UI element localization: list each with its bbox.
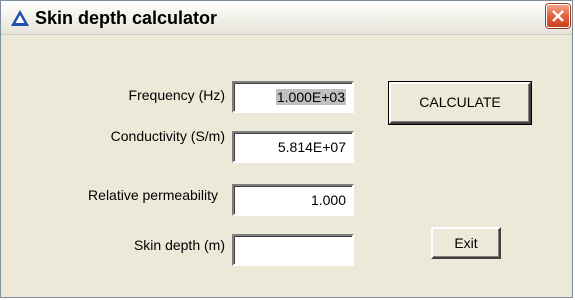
title-bar[interactable]: Skin depth calculator [1,1,572,35]
calculate-button[interactable]: CALCULATE [388,81,532,125]
frequency-value: 1.000E+03 [275,89,346,105]
triangle-app-icon [10,9,30,27]
permeability-value: 1.000 [310,192,346,208]
close-button[interactable] [546,4,570,28]
calculator-window: Skin depth calculator Frequency (Hz) 1.0… [0,0,573,298]
window-title: Skin depth calculator [35,8,218,28]
frequency-label: Frequency (Hz) [128,87,225,103]
skin-depth-output[interactable] [232,234,354,266]
conductivity-value: 5.814E+07 [277,139,346,155]
permeability-input[interactable]: 1.000 [232,184,354,216]
close-icon [552,10,564,22]
conductivity-input[interactable]: 5.814E+07 [232,131,354,163]
skin-depth-label: Skin depth (m) [133,237,225,253]
exit-button[interactable]: Exit [431,227,501,259]
conductivity-label: Conductivity (S/m) [110,128,225,144]
frequency-input[interactable]: 1.000E+03 [232,81,354,113]
permeability-label: Relative permeability [88,187,218,203]
